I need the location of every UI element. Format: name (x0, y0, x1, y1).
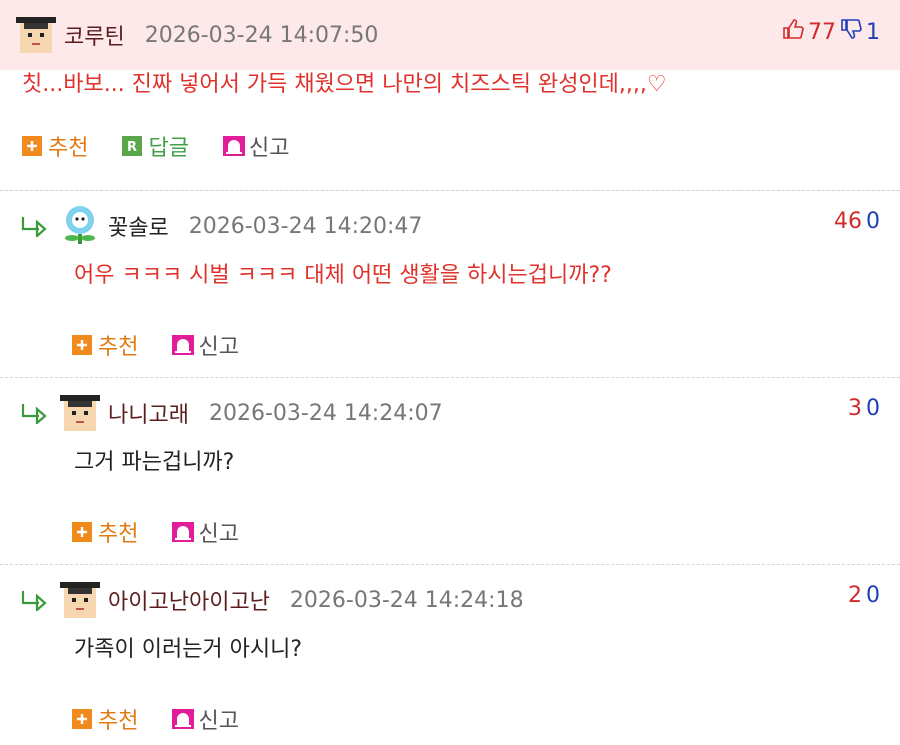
report-button[interactable]: 신고 (172, 329, 239, 361)
comment-actions: 추천 신고 (0, 693, 900, 745)
downvote-count: 1 (866, 19, 880, 45)
comment-actions: 추천 신고 (0, 506, 900, 558)
comment-header: 꽃솔로 2026-03-24 14:20:47 (0, 191, 900, 261)
comment-header: 아이고난아이고난 2026-03-24 14:24:18 (0, 565, 900, 635)
downvote-count[interactable]: 0 (866, 396, 880, 421)
comment-text: 칫...바보... 진짜 넣어서 가득 채웠으면 나만의 치즈스틱 완성인데,,… (0, 70, 900, 120)
siren-icon (222, 136, 245, 156)
vote-counts: 3 0 (848, 396, 880, 421)
graduate-avatar-icon[interactable] (58, 391, 102, 435)
plus-icon (72, 709, 92, 729)
report-button[interactable]: 신고 (222, 130, 290, 162)
recommend-label: 추천 (48, 136, 89, 161)
graduate-avatar-icon[interactable] (58, 578, 102, 622)
comment-text: 가족이 이러는거 아시니? (74, 637, 303, 662)
report-label: 신고 (198, 709, 239, 734)
recommend-label: 추천 (98, 709, 139, 734)
report-button[interactable]: 신고 (172, 516, 239, 548)
report-label: 신고 (198, 335, 239, 360)
thumbs-down-icon[interactable] (840, 18, 862, 46)
vote-counts: 2 0 (848, 583, 880, 608)
reply-comment: 아이고난아이고난 2026-03-24 14:24:18 2 0 가족이 이러는… (0, 565, 900, 737)
upvote-count[interactable]: 3 (848, 396, 862, 421)
thumbs-up-icon[interactable] (782, 18, 804, 46)
comment-header: 나니고래 2026-03-24 14:24:07 (0, 378, 900, 448)
svg-text:R: R (127, 140, 137, 155)
nickname[interactable]: 꽃솔로 (108, 210, 169, 242)
reply-label: 답글 (148, 136, 189, 161)
timestamp: 2026-03-24 14:24:18 (289, 587, 524, 613)
report-button[interactable]: 신고 (172, 703, 239, 735)
siren-icon (172, 335, 195, 355)
reply-arrow-icon (20, 402, 50, 424)
nickname[interactable]: 아이고난아이고난 (108, 584, 270, 616)
timestamp: 2026-03-24 14:07:50 (144, 22, 379, 48)
reply-comment: 나니고래 2026-03-24 14:24:07 3 0 그거 파는겁니까? 추… (0, 378, 900, 565)
plus-icon (72, 335, 92, 355)
recommend-button[interactable]: 추천 (22, 130, 88, 162)
upvote-count[interactable]: 2 (848, 583, 862, 608)
timestamp: 2026-03-24 14:20:47 (188, 213, 423, 239)
report-label: 신고 (248, 136, 290, 161)
recommend-button[interactable]: 추천 (72, 703, 138, 735)
downvote-count[interactable]: 0 (866, 209, 880, 234)
comment-text: 어우 ㅋㅋㅋ 시벌 ㅋㅋㅋ 대체 어떤 생활을 하시는겁니까?? (74, 263, 612, 288)
plus-icon (72, 522, 92, 542)
recommend-button[interactable]: 추천 (72, 329, 138, 361)
recommend-label: 추천 (98, 522, 139, 547)
report-label: 신고 (198, 522, 239, 547)
reply-arrow-icon (20, 215, 50, 237)
plus-icon (22, 136, 42, 156)
reply-arrow-icon (20, 589, 50, 611)
siren-icon (172, 522, 195, 542)
comment-actions: 추천 R 답글 신고 (0, 120, 900, 172)
recommend-label: 추천 (98, 335, 139, 360)
vote-counts: 46 0 (834, 209, 880, 234)
graduate-avatar-icon[interactable] (14, 13, 58, 57)
reply-comment: 꽃솔로 2026-03-24 14:20:47 46 0 어우 ㅋㅋㅋ 시벌 ㅋ… (0, 191, 900, 378)
upvote-count[interactable]: 46 (834, 209, 862, 234)
upvote-count: 77 (808, 19, 836, 45)
comment-text: 그거 파는겁니까? (74, 450, 235, 475)
downvote-count[interactable]: 0 (866, 583, 880, 608)
reply-r-icon: R (122, 136, 143, 156)
comment-actions: 추천 신고 (0, 319, 900, 371)
comment-header: 코루틴 2026-03-24 14:07:50 (0, 0, 900, 70)
nickname[interactable]: 나니고래 (108, 397, 189, 429)
top-comment: 코루틴 2026-03-24 14:07:50 77 1 칫...바보... 진… (0, 0, 900, 191)
recommend-button[interactable]: 추천 (72, 516, 138, 548)
timestamp: 2026-03-24 14:24:07 (208, 400, 443, 426)
vote-counts: 77 1 (782, 18, 880, 46)
reply-button[interactable]: R 답글 (122, 130, 189, 162)
siren-icon (172, 709, 195, 729)
comment-body-area: 칫...바보... 진짜 넣어서 가득 채웠으면 나만의 치즈스틱 완성인데,,… (0, 70, 900, 190)
nickname[interactable]: 코루틴 (64, 19, 125, 51)
flower-icon[interactable] (58, 204, 102, 248)
